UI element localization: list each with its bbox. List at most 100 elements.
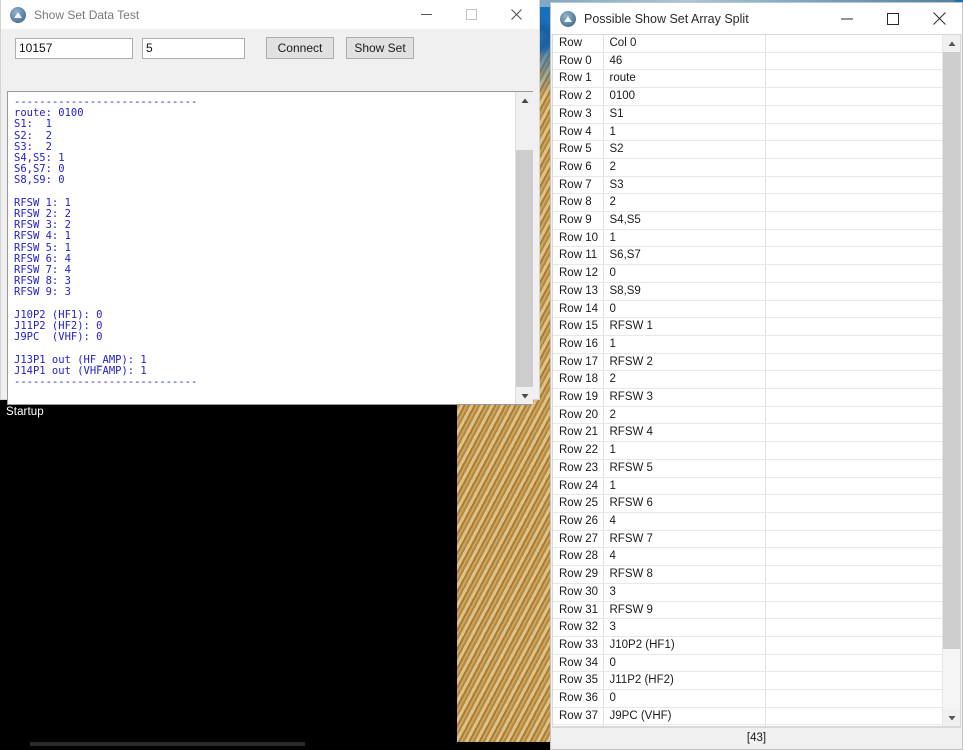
cell-col1[interactable] — [765, 335, 942, 354]
cell-col1[interactable] — [765, 370, 942, 390]
cell-row-label[interactable]: Row 0 — [553, 52, 604, 71]
cell-row-label[interactable]: Row 1 — [553, 69, 604, 89]
maximize-icon[interactable] — [870, 3, 916, 34]
cell-row-label[interactable]: Row 8 — [553, 193, 604, 213]
grid-scroll-viewport[interactable]: Row Col 0 Row 0 46 Row 1 route Row 2 0100 Row… — [553, 35, 942, 726]
table-row[interactable]: Row 11 S6,S7 — [553, 246, 942, 266]
cell-row-label[interactable]: Row 20 — [553, 406, 604, 425]
cell-col1[interactable] — [765, 441, 942, 460]
cell-row-label[interactable]: Row 24 — [553, 477, 604, 496]
table-row[interactable]: Row 2 0100 — [553, 87, 942, 106]
cell-col0[interactable]: RFSW 3 — [603, 388, 766, 407]
cell-col0[interactable]: 1 — [603, 229, 766, 248]
cell-col1[interactable] — [765, 423, 942, 443]
minimize-icon[interactable] — [824, 3, 870, 34]
window-show-set-data-test[interactable]: Show Set Data Test Connect Show Set ----… — [0, 0, 540, 405]
table-row[interactable]: Row 16 1 — [553, 335, 942, 354]
cell-col0[interactable]: 2 — [603, 193, 766, 213]
table-row[interactable]: Row 3 S1 — [553, 105, 942, 124]
cell-row-label[interactable]: Row 38 — [553, 724, 604, 726]
cell-col1[interactable] — [765, 654, 942, 673]
cell-row-label[interactable]: Row 13 — [553, 282, 604, 301]
cell-col1[interactable] — [765, 158, 942, 177]
table-row[interactable]: Row 0 46 — [553, 52, 942, 71]
cell-col0[interactable]: S4,S5 — [603, 211, 766, 230]
cell-col0[interactable]: S3 — [603, 176, 766, 195]
console-text-content[interactable]: ----------------------------- route: 0100… — [8, 92, 515, 404]
cell-row-label[interactable]: Row 27 — [553, 530, 604, 549]
cell-col0[interactable]: S8,S9 — [603, 282, 766, 301]
cell-col1[interactable] — [765, 601, 942, 620]
cell-row-label[interactable]: Row 31 — [553, 601, 604, 620]
cell-row-label[interactable]: Row 3 — [553, 105, 604, 124]
cell-row-label[interactable]: Row 6 — [553, 158, 604, 177]
table-row[interactable]: Row 36 0 — [553, 689, 942, 708]
table-row[interactable]: Row 9 S4,S5 — [553, 211, 942, 230]
cell-col1[interactable] — [765, 583, 942, 602]
scroll-down-icon[interactable] — [516, 387, 533, 404]
table-row[interactable]: Row 27 RFSW 7 — [553, 530, 942, 549]
cell-col0[interactable]: RFSW 6 — [603, 494, 766, 513]
cell-col1[interactable] — [765, 317, 942, 336]
table-row[interactable]: Row 20 2 — [553, 406, 942, 425]
cell-col0[interactable]: 2 — [603, 370, 766, 390]
cell-col1[interactable] — [765, 87, 942, 106]
table-row[interactable]: Row 23 RFSW 5 — [553, 459, 942, 478]
port-input[interactable] — [15, 37, 133, 59]
table-row[interactable]: Row 24 1 — [553, 477, 942, 496]
cell-row-label[interactable]: Row 37 — [553, 707, 604, 726]
cell-col0[interactable]: 0 — [603, 300, 766, 319]
cell-col0[interactable]: 0 — [603, 264, 766, 283]
console-vertical-scrollbar[interactable] — [515, 92, 533, 404]
window2-caption-buttons[interactable] — [824, 3, 962, 34]
cell-row-label[interactable]: Row 21 — [553, 423, 604, 443]
close-icon[interactable] — [916, 3, 962, 34]
cell-col1[interactable] — [765, 282, 942, 301]
show-set-button[interactable]: Show Set — [346, 37, 414, 59]
cell-row-label[interactable]: Row 18 — [553, 370, 604, 390]
cell-col1[interactable] — [765, 69, 942, 89]
table-row[interactable]: Row 34 0 — [553, 654, 942, 673]
cell-col1[interactable] — [765, 547, 942, 567]
table-row[interactable]: Row 21 RFSW 4 — [553, 423, 942, 443]
console-scroll-thumb[interactable] — [516, 150, 533, 392]
cell-col1[interactable] — [765, 671, 942, 691]
table-row[interactable]: Row 8 2 — [553, 193, 942, 213]
table-row[interactable]: Row 35 J11P2 (HF2) — [553, 671, 942, 691]
cell-col0[interactable]: J10P2 (HF1) — [603, 636, 766, 655]
cell-col0[interactable]: 1 — [603, 335, 766, 354]
cell-col1[interactable] — [765, 689, 942, 708]
cell-col1[interactable] — [765, 264, 942, 283]
cell-col1[interactable] — [765, 140, 942, 159]
cell-col0[interactable]: J9PC (VHF) — [603, 707, 766, 726]
cell-row-label[interactable]: Row 15 — [553, 317, 604, 336]
array-split-grid[interactable]: Row Col 0 Row 0 46 Row 1 route Row 2 0100 Row… — [552, 34, 961, 727]
cell-col0[interactable]: RFSW 1 — [603, 317, 766, 336]
cell-col0[interactable]: 1 — [603, 441, 766, 460]
cell-col0[interactable]: RFSW 5 — [603, 459, 766, 478]
cell-row-label[interactable]: Row 34 — [553, 654, 604, 673]
cell-row-label[interactable]: Row 19 — [553, 388, 604, 407]
cell-col1[interactable] — [765, 406, 942, 425]
maximize-icon[interactable] — [449, 0, 494, 29]
cell-col1[interactable] — [765, 300, 942, 319]
scroll-up-icon[interactable] — [516, 92, 533, 109]
table-row[interactable]: Row 13 S8,S9 — [553, 282, 942, 301]
table-row[interactable]: Row 7 S3 — [553, 176, 942, 195]
cell-row-label[interactable]: Row 5 — [553, 140, 604, 159]
window1-caption-buttons[interactable] — [404, 0, 539, 29]
cell-col1[interactable] — [765, 193, 942, 213]
cell-col0[interactable]: 0 — [603, 689, 766, 708]
cell-row-label[interactable]: Row 29 — [553, 565, 604, 584]
cell-row-label[interactable]: Row 25 — [553, 494, 604, 513]
cell-col0[interactable]: RFSW 4 — [603, 423, 766, 443]
cell-row-label[interactable]: Row 26 — [553, 512, 604, 531]
cell-col0[interactable]: 1 — [603, 123, 766, 142]
table-row[interactable]: Row 31 RFSW 9 — [553, 601, 942, 620]
table-row[interactable]: Row 6 2 — [553, 158, 942, 177]
scroll-up-icon[interactable] — [943, 35, 960, 52]
grid-vertical-scrollbar[interactable] — [942, 35, 960, 726]
cell-col0[interactable]: route — [603, 69, 766, 89]
cell-col1[interactable] — [765, 512, 942, 531]
cell-row-label[interactable]: Row 33 — [553, 636, 604, 655]
